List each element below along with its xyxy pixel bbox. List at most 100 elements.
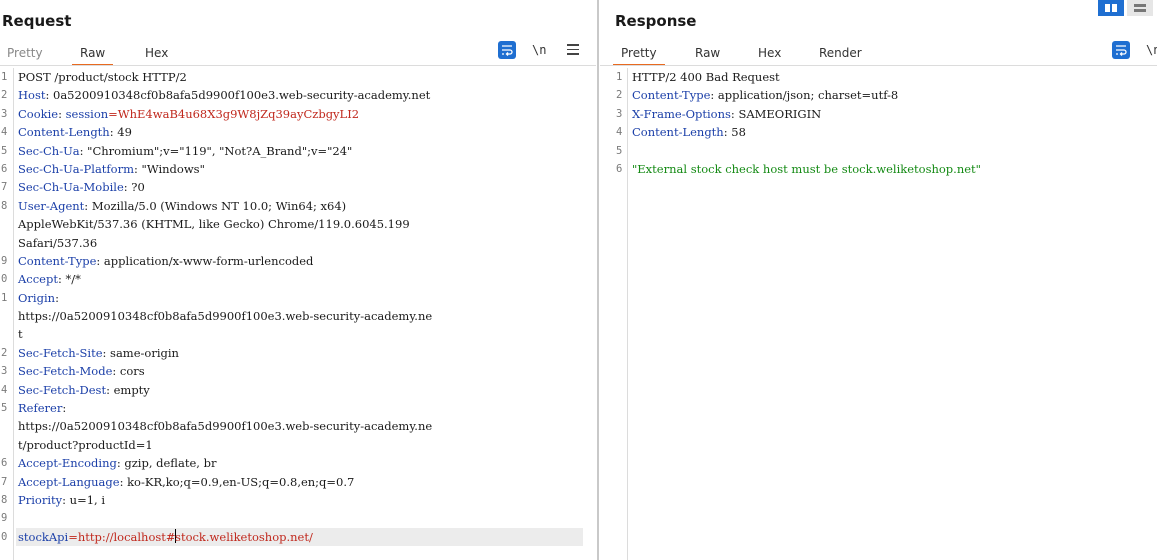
code-line[interactable]: 1 Origin: (0, 289, 596, 307)
line-content: Accept-Language: ko-KR,ko;q=0.9,en-US;q=… (18, 473, 354, 491)
line-content: https://0a5200910348cf0b8afa5d9900f100e3… (18, 417, 432, 435)
code-line[interactable]: t (0, 325, 596, 343)
header-name: stockApi (18, 529, 69, 544)
code-line[interactable]: 1 HTTP/2 400 Bad Request (614, 68, 1157, 86)
header-name: Accept-Encoding (18, 456, 117, 471)
code-line[interactable]: 4 Sec-Fetch-Dest: empty (0, 381, 596, 399)
line-content: Sec-Fetch-Mode: cors (18, 362, 145, 380)
header-value: : application/x-www-form-urlencoded (96, 253, 314, 268)
header-name: Sec-Fetch-Site (18, 345, 103, 360)
header-name: Sec-Fetch-Dest (18, 382, 107, 397)
header-name: Cookie (18, 106, 59, 121)
param-value: =http://localhost# (68, 529, 176, 544)
code-line[interactable]: 4 Content-Length: 58 (614, 123, 1157, 141)
response-tabbar-divider (600, 65, 1157, 66)
code-line[interactable]: 5 (614, 142, 1157, 160)
line-number: 1 (1, 291, 8, 304)
header-name: Accept-Language (18, 474, 120, 489)
code-line[interactable]: 7 Sec-Ch-Ua-Mobile: ?0 (0, 178, 596, 196)
code-line[interactable]: 3 Sec-Fetch-Mode: cors (0, 362, 596, 380)
header-name: Sec-Ch-Ua-Mobile (18, 180, 124, 195)
code-line[interactable]: 6 "External stock check host must be stoc… (614, 160, 1157, 178)
wrap-lines-icon[interactable] (498, 41, 516, 59)
code-line[interactable]: 0 stockApi=http://localhost#stock.weliket… (0, 527, 596, 547)
line-content: HTTP/2 400 Bad Request (632, 68, 780, 86)
code-line[interactable]: 8 Priority: u=1, i (0, 491, 596, 509)
line-content: Safari/537.36 (18, 234, 97, 252)
code-line[interactable]: 0 Accept: */* (0, 270, 596, 288)
line-content: AppleWebKit/537.36 (KHTML, like Gecko) C… (18, 215, 410, 233)
line-content: stockApi=http://localhost#stock.weliketo… (18, 528, 313, 546)
code-line[interactable]: Safari/537.36 (0, 234, 596, 252)
line-number: 1 (616, 71, 623, 83)
header-value: : Mozilla/5.0 (Windows NT 10.0; Win64; x… (84, 198, 347, 213)
line-content: Content-Type: application/json; charset=… (632, 86, 898, 104)
request-tab-pretty[interactable]: Pretty (7, 44, 43, 66)
response-pane: Response Pretty Raw Hex Render \n 1 HTTP/… (600, 0, 1157, 560)
code-line[interactable]: 9 Content-Type: application/x-www-form-ur… (0, 252, 596, 270)
line-number: 2 (616, 89, 623, 102)
response-title: Response (615, 12, 697, 30)
code-line[interactable]: 6 Sec-Ch-Ua-Platform: "Windows" (0, 160, 596, 178)
line-number: 7 (1, 475, 8, 488)
request-tab-hex[interactable]: Hex (145, 44, 168, 66)
line-number: 5 (1, 402, 8, 415)
code-line[interactable]: t/product?productId=1 (0, 436, 596, 454)
header-name: Content-Type (632, 88, 711, 103)
line-content: Sec-Ch-Ua-Mobile: ?0 (18, 178, 145, 196)
code-line[interactable]: https://0a5200910348cf0b8afa5d9900f100e3… (0, 417, 596, 435)
header-name: X-Frame-Options (632, 106, 731, 121)
line-content: Accept: */* (18, 270, 81, 288)
code-line[interactable]: 3 X-Frame-Options: SAMEORIGIN (614, 105, 1157, 123)
param-value: stock.weliketoshop.net/ (175, 529, 313, 544)
code-line[interactable]: 2 Host: 0a5200910348cf0b8afa5d9900f100e3.… (0, 86, 596, 104)
code-line[interactable]: 8 User-Agent: Mozilla/5.0 (Windows NT 10.… (0, 197, 596, 215)
line-content: Origin: (18, 289, 59, 307)
code-line[interactable]: https://0a5200910348cf0b8afa5d9900f100e3… (0, 307, 596, 325)
wrap-lines-icon[interactable] (1112, 41, 1130, 59)
code-line[interactable]: 6 Accept-Encoding: gzip, deflate, br (0, 454, 596, 472)
newline-toggle[interactable]: \n (532, 43, 546, 57)
header-value: POST /product/stock HTTP/2 (18, 70, 187, 84)
line-number: 6 (1, 162, 8, 175)
line-content: Sec-Fetch-Site: same-origin (18, 344, 179, 362)
code-line[interactable]: 5 Referer: (0, 399, 596, 417)
code-line[interactable]: 1 POST /product/stock HTTP/2 (0, 68, 596, 86)
request-tab-raw[interactable]: Raw (71, 44, 114, 66)
code-line[interactable]: 9 (0, 509, 596, 527)
line-content: Content-Length: 58 (632, 123, 746, 141)
header-name: Sec-Ch-Ua (18, 143, 80, 158)
code-line[interactable]: 7 Accept-Language: ko-KR,ko;q=0.9,en-US;q… (0, 473, 596, 491)
code-line[interactable]: 2 Sec-Fetch-Site: same-origin (0, 344, 596, 362)
request-title: Request (2, 12, 72, 30)
response-editor[interactable]: 1 HTTP/2 400 Bad Request 2 Content-Type: ap… (614, 68, 1157, 560)
line-content: Sec-Ch-Ua-Platform: "Windows" (18, 160, 205, 178)
header-name: Sec-Ch-Ua-Platform (18, 161, 135, 176)
code-line[interactable]: 3 Cookie: session=WhE4waB4u68X3g9W8jZq39a… (0, 105, 596, 123)
hamburger-menu-icon[interactable] (567, 44, 579, 56)
line-number: 4 (616, 126, 623, 139)
line-content: t/product?productId=1 (18, 436, 153, 454)
line-number: 4 (1, 383, 8, 396)
code-line[interactable]: 4 Content-Length: 49 (0, 123, 596, 141)
header-value: : gzip, deflate, br (116, 456, 217, 471)
header-value: : SAMEORIGIN (730, 106, 822, 121)
code-line[interactable]: 2 Content-Type: application/json; charset… (614, 86, 1157, 104)
line-content: Content-Type: application/x-www-form-url… (18, 252, 313, 270)
header-name: Sec-Fetch-Mode (18, 364, 113, 379)
response-tab-hex[interactable]: Hex (758, 44, 781, 66)
code-line[interactable]: AppleWebKit/537.36 (KHTML, like Gecko) C… (0, 215, 596, 233)
request-editor[interactable]: 1 POST /product/stock HTTP/2 2 Host: 0a5200… (0, 68, 596, 560)
header-value: : "Chromium";v="119", "Not?A_Brand";v="2… (79, 143, 353, 158)
response-tab-render[interactable]: Render (819, 44, 862, 66)
line-content: Priority: u=1, i (18, 491, 105, 509)
code-line[interactable]: 5 Sec-Ch-Ua: "Chromium";v="119", "Not?A_B… (0, 142, 596, 160)
response-tab-pretty[interactable]: Pretty (613, 44, 665, 66)
line-content: https://0a5200910348cf0b8afa5d9900f100e3… (18, 307, 432, 325)
header-value: https://0a5200910348cf0b8afa5d9900f100e3… (18, 419, 433, 434)
pane-divider[interactable] (597, 0, 599, 560)
newline-toggle[interactable]: \n (1146, 43, 1157, 57)
response-tab-raw[interactable]: Raw (695, 44, 720, 66)
line-number: 1 (1, 71, 8, 83)
line-content: "External stock check host must be stock… (632, 160, 981, 178)
